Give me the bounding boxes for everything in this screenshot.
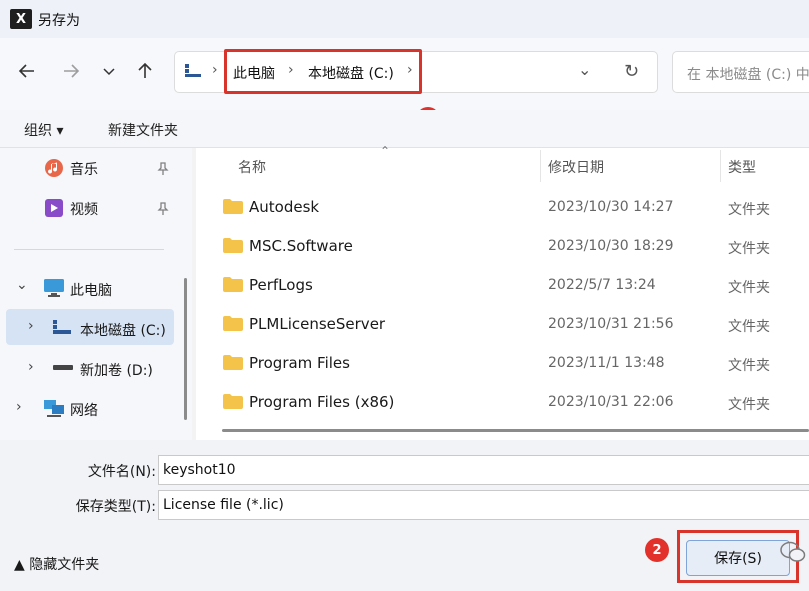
address-separator: › [212, 62, 218, 78]
computer-icon [44, 279, 64, 297]
file-date: 2023/10/30 18:29 [548, 238, 674, 254]
app-icon: X [10, 9, 32, 29]
file-type: 文件夹 [728, 280, 770, 296]
search-input[interactable]: 在 本地磁盘 (C:) 中搜索 [672, 51, 809, 93]
arrow-right-icon [64, 64, 80, 78]
file-name: PLMLicenseServer [249, 315, 386, 333]
filetype-select[interactable]: License file (*.lic) [158, 490, 809, 520]
file-name: Autodesk [249, 198, 320, 216]
refresh-button[interactable]: ↻ [624, 61, 639, 82]
file-type: 文件夹 [728, 358, 770, 374]
arrow-up-icon [138, 62, 152, 78]
organize-button[interactable]: 组织 ▾ [24, 120, 63, 140]
window-title: 另存为 [38, 13, 80, 29]
annotation-badge-2: 2 [645, 538, 669, 562]
expand-chevron-icon[interactable]: ⌄ [16, 277, 28, 293]
file-date: 2023/10/30 14:27 [548, 199, 674, 215]
folder-icon [223, 238, 243, 253]
folder-icon [223, 277, 243, 292]
chevron-down-icon [103, 68, 115, 76]
new-folder-button[interactable]: 新建文件夹 [108, 120, 178, 140]
network-icon [44, 400, 64, 417]
sidebar-item-label: 新加卷 (D:) [80, 363, 153, 379]
filename-input[interactable]: keyshot10 [158, 455, 809, 485]
file-name: PerfLogs [249, 276, 313, 294]
filename-label: 文件名(N): [87, 464, 156, 480]
folder-icon [223, 316, 243, 331]
expand-chevron-icon[interactable]: › [16, 399, 22, 415]
back-button[interactable] [14, 58, 40, 84]
save-button[interactable]: 保存(S) [686, 540, 790, 576]
file-name: Program Files (x86) [249, 393, 395, 411]
hide-folders-toggle[interactable]: ▲ 隐藏文件夹 [14, 554, 99, 574]
chat-bubble-icon [780, 541, 806, 562]
computer-icon [185, 64, 201, 77]
pin-icon[interactable] [156, 202, 170, 216]
column-divider[interactable] [540, 150, 541, 182]
folder-icon [223, 199, 243, 214]
sidebar-item-label: 音乐 [70, 162, 98, 178]
drive-icon [53, 320, 71, 334]
recent-locations-button[interactable] [96, 58, 122, 84]
column-divider[interactable] [720, 150, 721, 182]
sort-ascending-icon: ⌃ [380, 144, 391, 158]
address-highlight-box [224, 49, 422, 94]
file-date: 2023/10/31 22:06 [548, 394, 674, 410]
sidebar-item-label: 此电脑 [70, 283, 112, 299]
file-type: 文件夹 [728, 319, 770, 335]
file-name: MSC.Software [249, 237, 353, 255]
drive-icon [53, 365, 73, 370]
address-dropdown-button[interactable]: ⌄ [578, 60, 591, 79]
sidebar-item-label: 网络 [70, 403, 98, 419]
file-type: 文件夹 [728, 241, 770, 257]
refresh-icon: ↻ [624, 61, 640, 82]
file-date: 2023/11/1 13:48 [548, 355, 665, 371]
title-bar [0, 0, 809, 38]
file-type: 文件夹 [728, 397, 770, 413]
folder-icon [223, 394, 243, 409]
file-date: 2023/10/31 21:56 [548, 316, 674, 332]
up-button[interactable] [132, 58, 158, 84]
arrow-left-icon [18, 64, 34, 78]
expand-chevron-icon[interactable]: › [28, 318, 34, 334]
music-icon [45, 159, 63, 177]
folder-icon [223, 355, 243, 370]
forward-button[interactable] [58, 58, 84, 84]
video-icon [45, 199, 63, 217]
horizontal-scrollbar[interactable] [222, 429, 809, 432]
column-header-date[interactable]: 修改日期 [548, 157, 604, 177]
sidebar-scrollbar[interactable] [184, 278, 187, 420]
pin-icon[interactable] [156, 162, 170, 176]
column-header-type[interactable]: 类型 [728, 157, 756, 177]
expand-chevron-icon[interactable]: › [28, 359, 34, 375]
sidebar-item-label: 视频 [70, 202, 98, 218]
sidebar-item-label: 本地磁盘 (C:) [80, 323, 166, 339]
file-type: 文件夹 [728, 202, 770, 218]
filetype-label: 保存类型(T): [75, 499, 156, 515]
column-header-name[interactable]: 名称 [238, 157, 266, 177]
file-date: 2022/5/7 13:24 [548, 277, 656, 293]
file-name: Program Files [249, 354, 350, 372]
sidebar-divider [14, 249, 164, 250]
